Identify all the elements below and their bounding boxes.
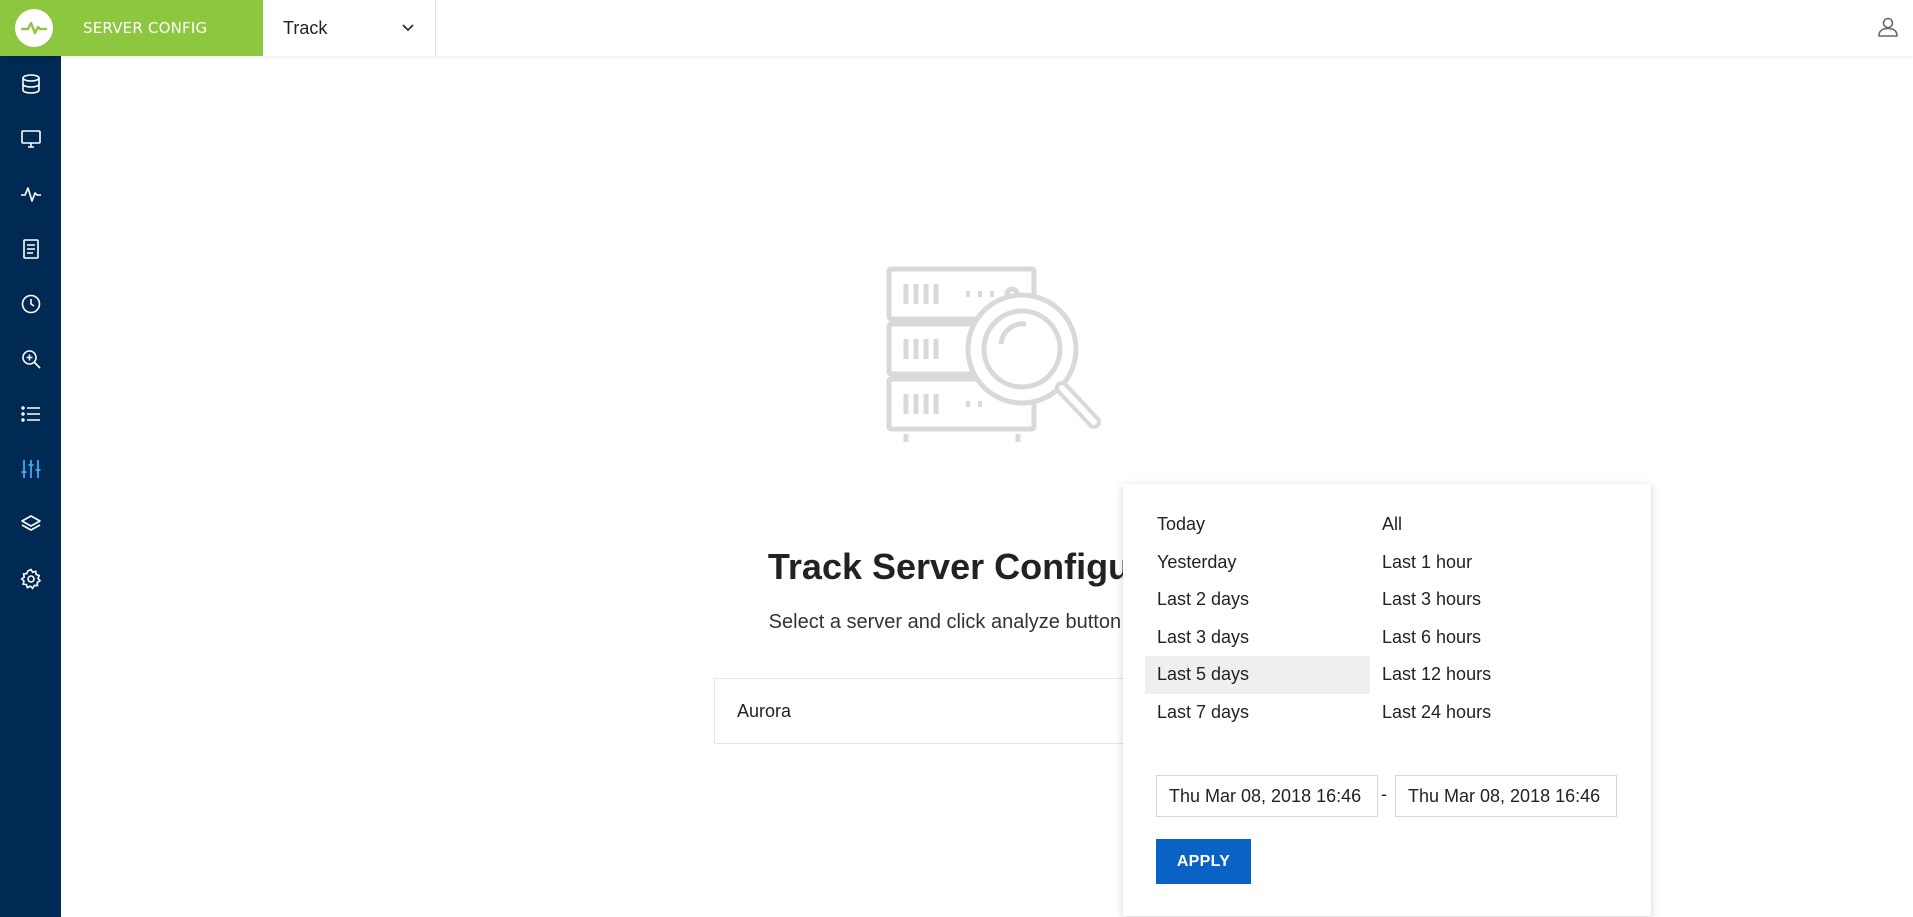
- start-date-input[interactable]: [1156, 775, 1378, 817]
- top-bar: SERVER CONFIG Track: [0, 0, 1913, 56]
- sidebar-item-history[interactable]: [0, 276, 61, 331]
- sidebar-item-database[interactable]: [0, 56, 61, 111]
- clock-icon: [21, 294, 40, 313]
- sidebar-item-settings[interactable]: [0, 551, 61, 606]
- track-select[interactable]: Track: [263, 0, 436, 56]
- pulse-logo-icon: [15, 9, 53, 47]
- sidebar-item-config[interactable]: [0, 441, 61, 496]
- brand: SERVER CONFIG: [0, 0, 263, 56]
- apply-button[interactable]: APPLY: [1156, 839, 1251, 884]
- sidebar-item-activity[interactable]: [0, 166, 61, 221]
- range-option-last-3-days[interactable]: Last 3 days: [1145, 619, 1370, 657]
- range-option-last-1-hour[interactable]: Last 1 hour: [1370, 544, 1595, 582]
- document-icon: [22, 238, 39, 259]
- server-select-value: Aurora: [737, 700, 792, 721]
- range-option-last-3-hours[interactable]: Last 3 hours: [1370, 581, 1595, 619]
- sidebar-item-list[interactable]: [0, 386, 61, 441]
- server-select[interactable]: Aurora: [714, 678, 1184, 744]
- range-option-last-12-hours[interactable]: Last 12 hours: [1370, 656, 1595, 694]
- brand-title: SERVER CONFIG: [83, 19, 208, 37]
- sidebar-item-layers[interactable]: [0, 496, 61, 551]
- sidebar-item-document[interactable]: [0, 221, 61, 276]
- range-option-last-24-hours[interactable]: Last 24 hours: [1370, 694, 1595, 732]
- chevron-down-icon: [402, 24, 414, 32]
- server-search-illustration: [886, 266, 1102, 449]
- range-option-yesterday[interactable]: Yesterday: [1145, 544, 1370, 582]
- date-separator: -: [1381, 784, 1387, 804]
- monitor-icon: [20, 129, 41, 148]
- range-option-last-5-days[interactable]: Last 5 days: [1145, 656, 1370, 694]
- range-option-all[interactable]: All: [1370, 506, 1595, 544]
- sliders-icon: [21, 459, 40, 478]
- list-icon: [20, 405, 40, 422]
- range-options-right: All Last 1 hour Last 3 hours Last 6 hour…: [1370, 506, 1595, 731]
- activity-icon: [20, 186, 41, 202]
- database-icon: [21, 73, 40, 94]
- range-option-last-7-days[interactable]: Last 7 days: [1145, 694, 1370, 732]
- sidebar-item-monitor[interactable]: [0, 111, 61, 166]
- sidebar-item-search[interactable]: [0, 331, 61, 386]
- gear-icon: [19, 567, 41, 590]
- range-option-last-2-days[interactable]: Last 2 days: [1145, 581, 1370, 619]
- range-options-left: Today Yesterday Last 2 days Last 3 days …: [1145, 506, 1370, 731]
- range-option-last-6-hours[interactable]: Last 6 hours: [1370, 619, 1595, 657]
- layers-icon: [20, 514, 41, 531]
- range-option-today[interactable]: Today: [1145, 506, 1370, 544]
- sidebar: [0, 56, 61, 917]
- zoom-in-icon: [21, 349, 41, 369]
- date-range-panel: Today Yesterday Last 2 days Last 3 days …: [1123, 484, 1651, 916]
- user-icon[interactable]: [1873, 12, 1903, 42]
- track-select-value: Track: [283, 17, 328, 38]
- end-date-input[interactable]: [1395, 775, 1617, 817]
